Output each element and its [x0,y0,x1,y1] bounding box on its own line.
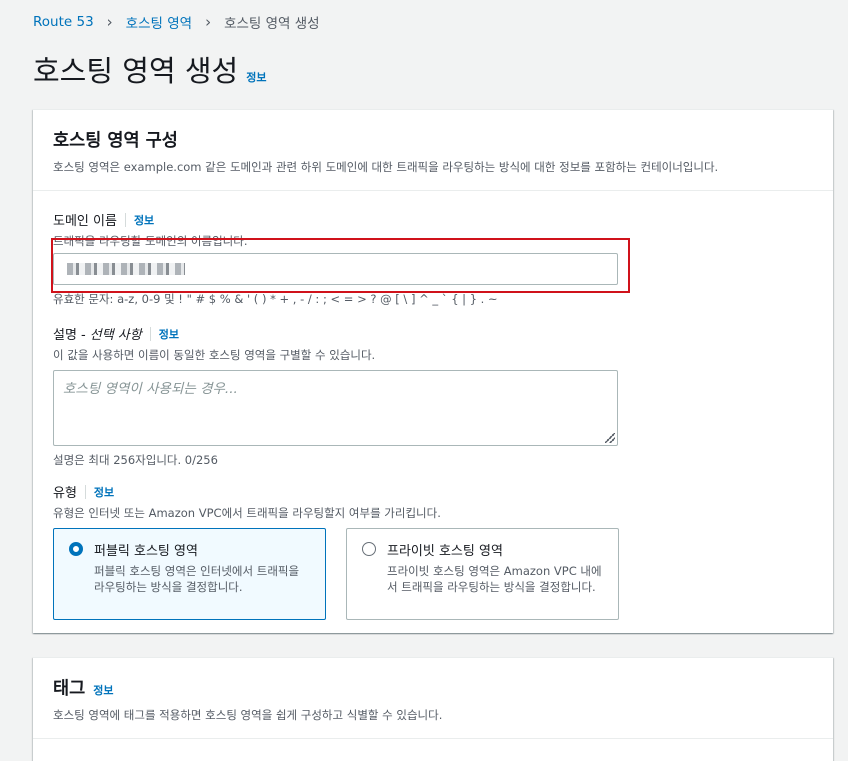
comment-description: 이 값을 사용하면 이름이 동일한 호스팅 영역을 구별할 수 있습니다. [53,348,376,362]
comment-field: 설명 - 선택 사항 정보 이 값을 사용하면 이름이 동일한 호스팅 영역을 … [53,324,618,468]
page-title: 호스팅 영역 생성 [33,54,239,88]
private-hosted-zone-tile[interactable]: 프라이빗 호스팅 영역 프라이빗 호스팅 영역은 Amazon VPC 내에서 … [346,528,619,620]
hosted-zone-config-panel: 호스팅 영역 구성 호스팅 영역은 example.com 같은 도메인과 관련… [33,109,833,633]
chevron-right-icon: › [106,13,113,31]
domain-name-constraint: 유효한 문자: a-z, 0-9 및 ! " # $ % & ' ( ) * +… [53,292,498,306]
private-tile-title: 프라이빗 호스팅 영역 [387,544,503,559]
radio-selected-icon[interactable] [69,542,83,556]
breadcrumb-current: 호스팅 영역 생성 [224,16,320,32]
domain-name-highlight-box [51,238,630,293]
type-info-link[interactable]: 정보 [94,484,114,500]
breadcrumb: Route 53 › 호스팅 영역 › 호스팅 영역 생성 [33,12,320,32]
page-info-link[interactable]: 정보 [246,69,266,85]
tags-panel-description: 호스팅 영역에 태그를 적용하면 호스팅 영역을 쉽게 구성하고 식별할 수 있… [53,708,443,722]
tags-panel: 태그 정보 호스팅 영역에 태그를 적용하면 호스팅 영역을 쉽게 구성하고 식… [33,657,833,761]
divider [124,212,126,227]
resize-handle-icon[interactable] [605,433,615,443]
tags-panel-header: 태그 정보 호스팅 영역에 태그를 적용하면 호스팅 영역을 쉽게 구성하고 식… [33,658,833,739]
comment-placeholder: 호스팅 영역이 사용되는 경우... [63,381,238,397]
comment-optional-label: 선택 사항 [89,328,142,343]
comment-counter: 설명은 최대 256자입니다. 0/256 [53,453,218,467]
page-header: 호스팅 영역 생성 정보 [33,48,266,90]
config-panel-title: 호스팅 영역 구성 [53,131,178,151]
public-hosted-zone-tile[interactable]: 퍼블릭 호스팅 영역 퍼블릭 호스팅 영역은 인터넷에서 트래픽을 라우팅하는 … [53,528,326,620]
breadcrumb-hosted-zones-link[interactable]: 호스팅 영역 [126,12,192,32]
config-panel-description: 호스팅 영역은 example.com 같은 도메인과 관련 하위 도메인에 대… [53,160,719,174]
domain-name-info-link[interactable]: 정보 [134,212,154,228]
type-field: 유형 정보 유형은 인터넷 또는 Amazon VPC에서 트래픽을 라우팅할지… [53,482,619,620]
chevron-right-icon: › [205,13,212,31]
comment-info-link[interactable]: 정보 [159,326,179,342]
type-tiles: 퍼블릭 호스팅 영역 퍼블릭 호스팅 영역은 인터넷에서 트래픽을 라우팅하는 … [53,528,619,620]
tags-info-link[interactable]: 정보 [93,682,113,698]
type-label: 유형 [53,486,77,501]
radio-unselected-icon[interactable] [362,542,376,556]
divider [84,484,86,499]
breadcrumb-route53-link[interactable]: Route 53 [33,14,94,30]
private-tile-description: 프라이빗 호스팅 영역은 Amazon VPC 내에서 트래픽을 라우팅하는 방… [387,564,602,594]
public-tile-title: 퍼블릭 호스팅 영역 [94,544,198,559]
public-tile-description: 퍼블릭 호스팅 영역은 인터넷에서 트래픽을 라우팅하는 방식을 결정합니다. [94,564,300,594]
divider [149,326,151,341]
comment-label: 설명 - [53,328,86,343]
comment-textarea[interactable]: 호스팅 영역이 사용되는 경우... [53,370,618,446]
domain-name-label: 도메인 이름 [53,214,117,229]
tags-panel-title: 태그 [53,679,86,699]
type-description: 유형은 인터넷 또는 Amazon VPC에서 트래픽을 라우팅할지 여부를 가… [53,506,441,520]
config-panel-header: 호스팅 영역 구성 호스팅 영역은 example.com 같은 도메인과 관련… [33,110,833,191]
